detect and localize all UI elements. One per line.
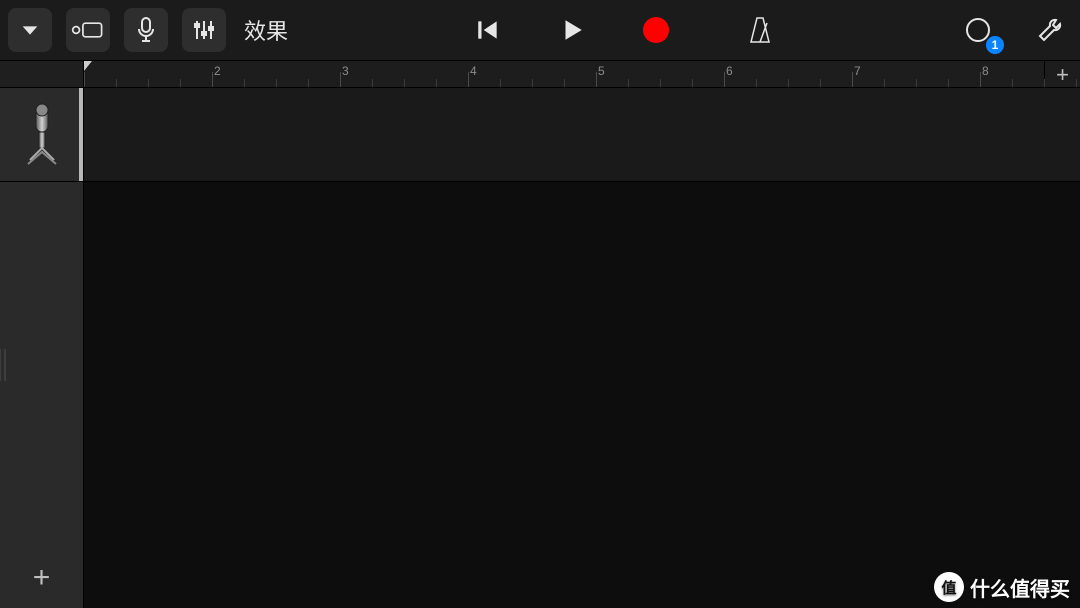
record-icon — [643, 17, 669, 43]
ruler-bar-label: 7 — [854, 64, 861, 78]
ruler-tick-minor — [788, 79, 789, 87]
ruler-tick-minor — [756, 79, 757, 87]
playhead[interactable] — [84, 61, 92, 71]
add-section-button[interactable]: + — [1044, 61, 1080, 88]
ruler-tick-minor — [500, 79, 501, 87]
metronome-icon — [745, 15, 775, 45]
tracks-view-button[interactable] — [66, 8, 110, 52]
ruler-tick-minor — [308, 79, 309, 87]
plus-icon: + — [33, 561, 51, 595]
ruler-bar-label: 4 — [470, 64, 477, 78]
sidebar-ruler-spacer — [0, 61, 83, 88]
ruler-tick-minor — [884, 79, 885, 87]
mixer-button[interactable] — [182, 8, 226, 52]
ruler-tick-minor — [1076, 79, 1077, 87]
ruler-tick-minor — [916, 79, 917, 87]
loop-browser-button[interactable]: 1 — [956, 8, 1000, 52]
ruler-tick-minor — [180, 79, 181, 87]
ruler-tick-minor — [628, 79, 629, 87]
ruler-tick-major — [84, 72, 85, 87]
wrench-icon — [1036, 16, 1064, 44]
ruler-tick-minor — [148, 79, 149, 87]
microphone-icon — [136, 17, 156, 43]
ruler-bar-label: 3 — [342, 64, 349, 78]
ruler-bar-label: 8 — [982, 64, 989, 78]
ruler-tick-major — [468, 72, 469, 87]
ruler-tick-major — [724, 72, 725, 87]
ruler-tick-minor — [1012, 79, 1013, 87]
ruler-bar-label: 5 — [598, 64, 605, 78]
ruler-tick-minor — [564, 79, 565, 87]
loop-badge: 1 — [986, 36, 1004, 54]
timeline-ruler[interactable]: + 2 3 4 5 6 7 8 — [84, 61, 1080, 88]
rewind-icon — [475, 17, 501, 43]
play-button[interactable] — [550, 8, 594, 52]
rewind-button[interactable] — [466, 8, 510, 52]
ruler-tick-major — [340, 72, 341, 87]
metronome-button[interactable] — [738, 8, 782, 52]
effects-label[interactable]: 效果 — [240, 14, 292, 46]
ruler-tick-minor — [1044, 79, 1045, 87]
ruler-tick-minor — [372, 79, 373, 87]
record-button[interactable] — [634, 8, 678, 52]
ruler-tick-major — [980, 72, 981, 87]
track-header[interactable] — [0, 88, 83, 182]
ruler-tick-minor — [532, 79, 533, 87]
plus-icon: + — [1056, 62, 1069, 88]
ruler-tick-minor — [436, 79, 437, 87]
ruler-bar-label: 6 — [726, 64, 733, 78]
menu-button[interactable] — [8, 8, 52, 52]
ruler-tick-minor — [660, 79, 661, 87]
ruler-tick-minor — [948, 79, 949, 87]
ruler-tick-minor — [244, 79, 245, 87]
ruler-tick-minor — [276, 79, 277, 87]
ruler-tick-major — [212, 72, 213, 87]
ruler-tick-major — [596, 72, 597, 87]
ruler-tick-minor — [404, 79, 405, 87]
tracks-view-icon — [71, 19, 105, 41]
ruler-tick-minor — [820, 79, 821, 87]
toolbar: 效果 — [0, 0, 1080, 61]
play-icon — [559, 17, 585, 43]
ruler-tick-major — [852, 72, 853, 87]
mixer-icon — [192, 18, 216, 42]
track-sidebar: + — [0, 61, 84, 608]
track-lanes[interactable] — [84, 88, 1080, 608]
sidebar-drag-handle[interactable] — [0, 345, 8, 385]
ruler-tick-minor — [116, 79, 117, 87]
add-track-button[interactable]: + — [20, 556, 64, 600]
condenser-mic-icon — [24, 100, 60, 170]
track-lane[interactable] — [84, 88, 1080, 182]
chevron-down-icon — [19, 19, 41, 41]
ruler-tick-minor — [692, 79, 693, 87]
settings-button[interactable] — [1028, 8, 1072, 52]
ruler-bar-label: 2 — [214, 64, 221, 78]
microphone-button[interactable] — [124, 8, 168, 52]
